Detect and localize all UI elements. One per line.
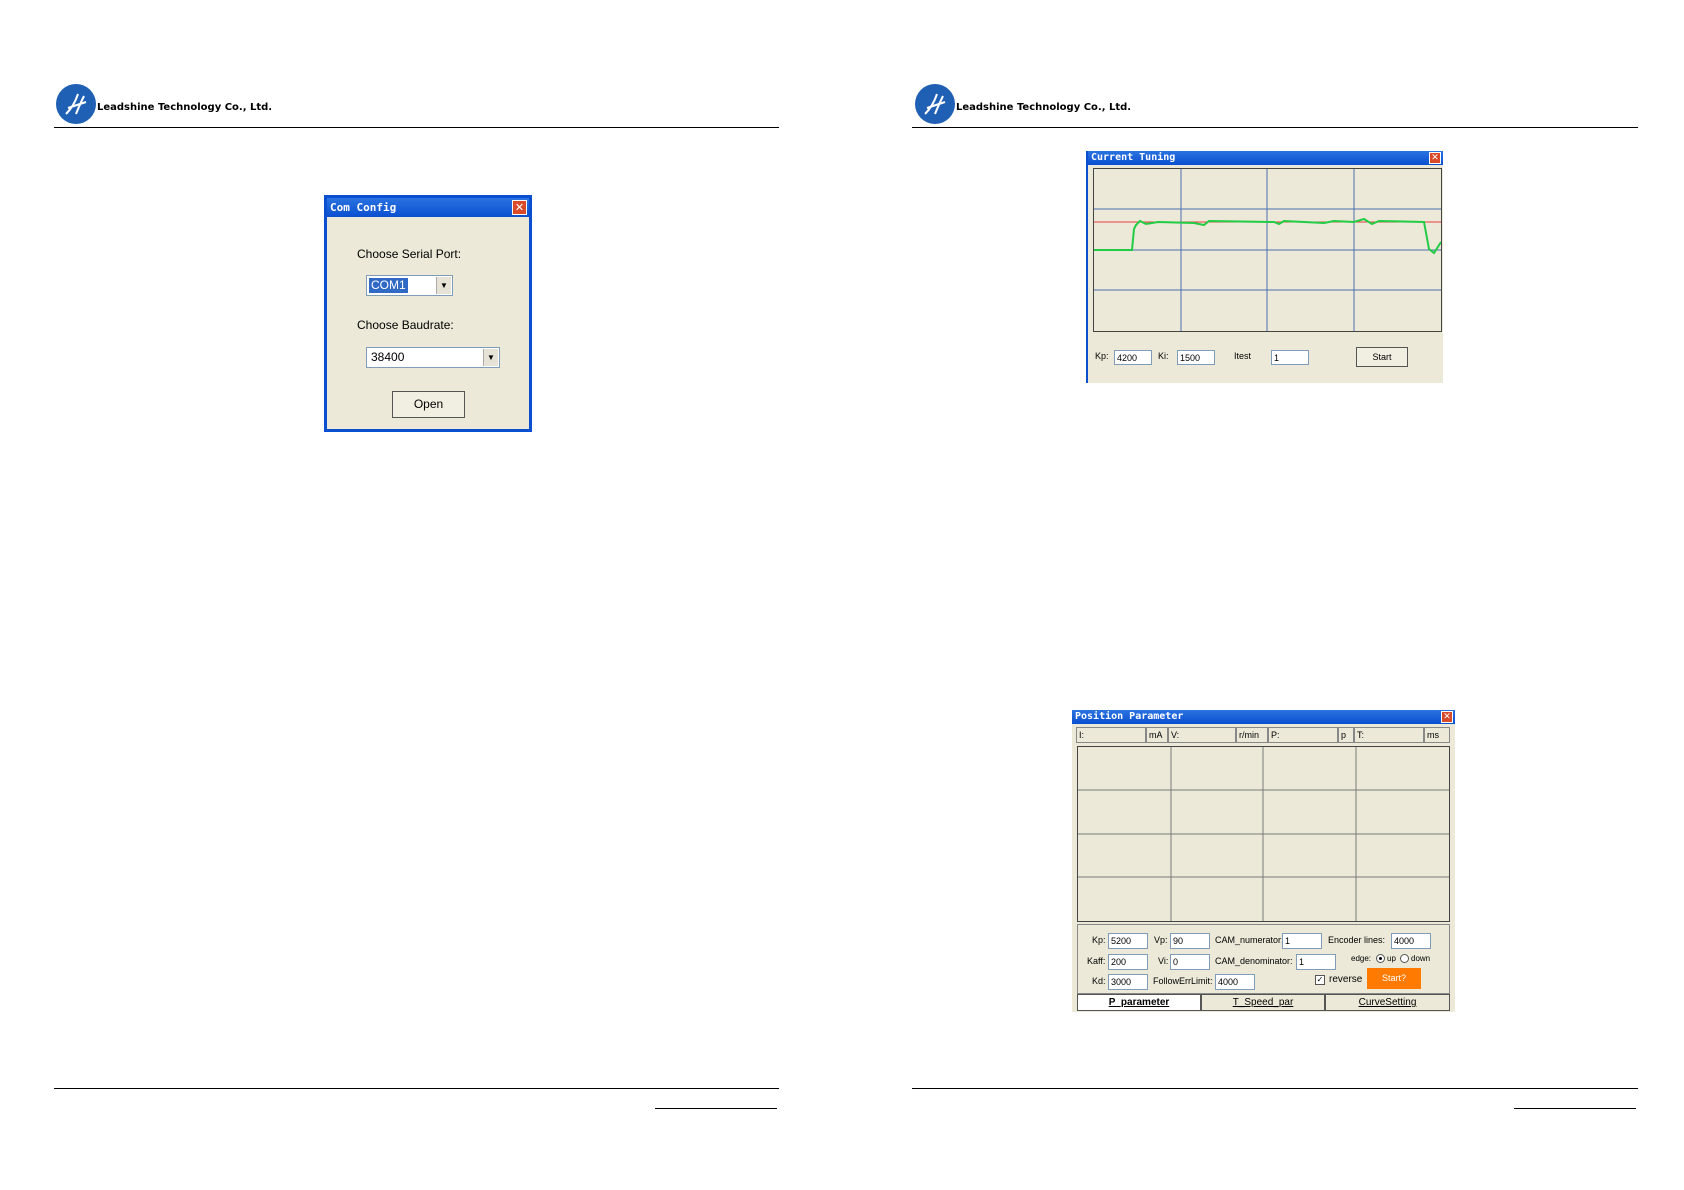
tab-p-parameter[interactable]: P_parameter bbox=[1077, 994, 1201, 1011]
window-title: Current Tuning bbox=[1091, 152, 1176, 163]
cam-numerator-input[interactable]: 1 bbox=[1282, 933, 1322, 949]
follow-err-limit-input[interactable]: 4000 bbox=[1215, 974, 1255, 990]
current-unit: mA bbox=[1146, 727, 1168, 743]
window-title: Com Config bbox=[330, 201, 397, 214]
serial-port-label: Choose Serial Port: bbox=[357, 247, 462, 261]
cam-denominator-label: CAM_denominator: bbox=[1215, 956, 1293, 966]
baudrate-value: 38400 bbox=[371, 350, 405, 364]
cam-denominator-input[interactable]: 1 bbox=[1296, 954, 1336, 970]
vp-input[interactable]: 90 bbox=[1170, 933, 1210, 949]
start-button[interactable]: Start? bbox=[1367, 968, 1421, 989]
window-title: Position Parameter bbox=[1075, 711, 1184, 722]
time-unit: ms bbox=[1424, 727, 1450, 743]
logo-emblem-icon bbox=[924, 93, 946, 115]
encoder-lines-input[interactable]: 4000 bbox=[1391, 933, 1431, 949]
tab-curve-setting[interactable]: CurveSetting bbox=[1325, 994, 1450, 1011]
company-logo bbox=[915, 84, 955, 124]
baudrate-select[interactable]: 38400 ▼ bbox=[366, 347, 500, 368]
company-logo bbox=[56, 84, 96, 124]
kaff-label: Kaff: bbox=[1087, 956, 1106, 966]
com-config-dialog: Com Config ✕ Choose Serial Port: COM1 ▼ … bbox=[324, 195, 532, 432]
radio-selected-dot bbox=[1379, 957, 1382, 960]
i-unit: mA bbox=[1149, 730, 1163, 740]
v-unit: r/min bbox=[1239, 730, 1259, 740]
reverse-checkbox[interactable]: ✓ bbox=[1315, 975, 1325, 985]
com-config-titlebar[interactable]: Com Config bbox=[327, 198, 529, 217]
itest-label: Itest bbox=[1234, 351, 1252, 361]
check-icon: ✓ bbox=[1316, 975, 1324, 984]
cam-numerator-label: CAM_numerator: bbox=[1215, 935, 1284, 945]
page-number-underline bbox=[1514, 1108, 1636, 1109]
serial-port-value: COM1 bbox=[369, 278, 408, 293]
serial-port-select[interactable]: COM1 ▼ bbox=[366, 275, 453, 296]
kp-input[interactable]: 4200 bbox=[1114, 350, 1152, 365]
position-parameter-titlebar[interactable]: Position Parameter bbox=[1072, 710, 1455, 724]
time-status: T: bbox=[1354, 727, 1424, 743]
page-number-underline bbox=[655, 1108, 777, 1109]
edge-label: edge: bbox=[1351, 954, 1372, 963]
position-plot-area bbox=[1077, 746, 1450, 922]
edge-up-label: up bbox=[1387, 954, 1396, 963]
v-label: V: bbox=[1171, 730, 1180, 740]
kd-label: Kd: bbox=[1092, 976, 1106, 986]
encoder-lines-label: Encoder lines: bbox=[1328, 935, 1386, 945]
close-icon[interactable]: ✕ bbox=[512, 200, 527, 215]
reverse-label: reverse bbox=[1329, 974, 1363, 985]
p-unit: p bbox=[1341, 730, 1347, 740]
t-unit: ms bbox=[1427, 730, 1439, 740]
footer-rule bbox=[54, 1088, 779, 1089]
company-name: Leadshine Technology Co., Ltd. bbox=[97, 102, 273, 113]
tab-t-speed-par[interactable]: T_Speed_par bbox=[1201, 994, 1325, 1011]
kp-input[interactable]: 5200 bbox=[1108, 933, 1148, 949]
current-plot-area bbox=[1093, 168, 1442, 332]
follow-err-limit-label: FollowErrLimit: bbox=[1153, 976, 1213, 986]
position-unit: p bbox=[1338, 727, 1354, 743]
position-plot bbox=[1078, 747, 1449, 921]
edge-down-label: down bbox=[1411, 954, 1431, 963]
current-tuning-window: Current Tuning ✕ Kp: 4200 Ki: 1500 Itest… bbox=[1086, 151, 1443, 383]
velocity-unit: r/min bbox=[1236, 727, 1268, 743]
current-plot bbox=[1094, 169, 1442, 331]
kp-label: Kp: bbox=[1092, 935, 1106, 945]
ki-label: Ki: bbox=[1158, 351, 1169, 361]
parameter-panel: Kp: 5200 Vp: 90 CAM_numerator: 1 Encoder… bbox=[1077, 924, 1450, 994]
position-parameter-window: Position Parameter ✕ I: mA V: r/min P: p… bbox=[1072, 710, 1455, 1012]
open-button[interactable]: Open bbox=[392, 391, 465, 418]
t-label: T: bbox=[1357, 730, 1365, 740]
vp-label: Vp: bbox=[1154, 935, 1168, 945]
current-status: I: bbox=[1076, 727, 1146, 743]
ki-input[interactable]: 1500 bbox=[1177, 350, 1215, 365]
edge-up-radio[interactable] bbox=[1376, 954, 1385, 963]
logo-emblem-icon bbox=[65, 93, 87, 115]
header-rule bbox=[54, 127, 779, 128]
position-status: P: bbox=[1268, 727, 1338, 743]
chevron-down-icon[interactable]: ▼ bbox=[483, 349, 498, 366]
edge-down-radio[interactable] bbox=[1400, 954, 1409, 963]
start-button[interactable]: Start bbox=[1356, 347, 1408, 367]
close-icon[interactable]: ✕ bbox=[1429, 152, 1441, 164]
vi-label: Vi: bbox=[1158, 956, 1169, 966]
close-icon[interactable]: ✕ bbox=[1441, 711, 1453, 723]
vi-input[interactable]: 0 bbox=[1170, 954, 1210, 970]
footer-rule bbox=[912, 1088, 1638, 1089]
kp-label: Kp: bbox=[1095, 351, 1109, 361]
baudrate-label: Choose Baudrate: bbox=[357, 318, 454, 332]
current-tuning-titlebar[interactable]: Current Tuning bbox=[1088, 151, 1443, 165]
kd-input[interactable]: 3000 bbox=[1108, 974, 1148, 990]
p-label: P: bbox=[1271, 730, 1280, 740]
i-label: I: bbox=[1079, 730, 1085, 740]
company-name: Leadshine Technology Co., Ltd. bbox=[956, 102, 1132, 113]
kaff-input[interactable]: 200 bbox=[1108, 954, 1148, 970]
chevron-down-icon[interactable]: ▼ bbox=[436, 277, 451, 294]
header-rule bbox=[912, 127, 1638, 128]
velocity-status: V: bbox=[1168, 727, 1236, 743]
itest-input[interactable]: 1 bbox=[1271, 350, 1309, 365]
